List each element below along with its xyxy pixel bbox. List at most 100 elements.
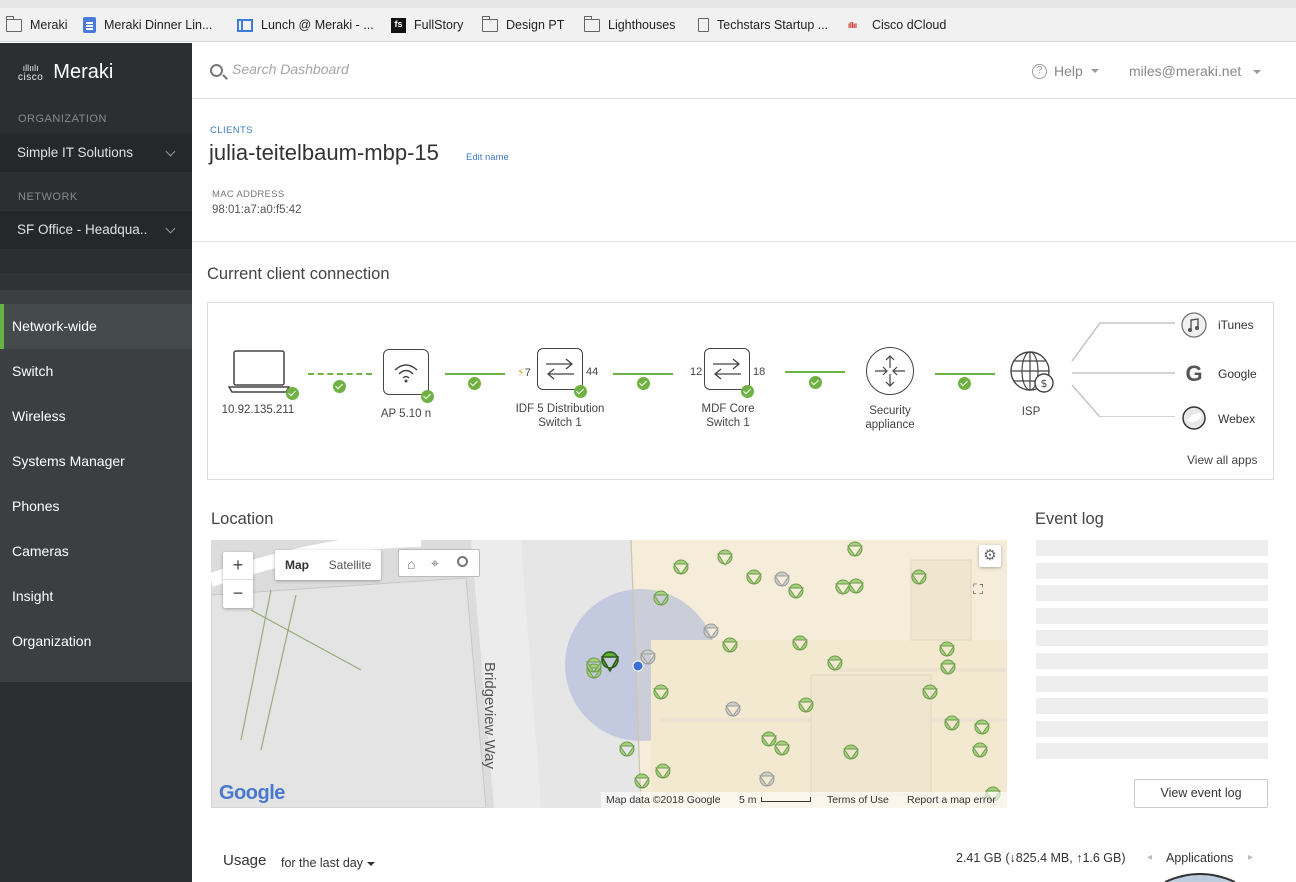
brand[interactable]: ıllıılı cisco Meraki [18, 61, 113, 84]
sidebar-item-systems-manager[interactable]: Systems Manager [0, 439, 192, 484]
webex-icon[interactable] [1181, 405, 1207, 431]
switch-icon [713, 358, 741, 380]
bookmark-design-pt[interactable]: Design PT [481, 15, 565, 34]
bookmark-fullstory[interactable]: fs FullStory [391, 16, 463, 34]
switch-device[interactable] [704, 348, 750, 390]
help-menu[interactable]: ? Help [1032, 63, 1099, 79]
bookmark-lunch[interactable]: Lunch @ Meraki - ... [237, 16, 374, 34]
switch-device[interactable] [537, 348, 583, 390]
bookmark-label: Design PT [506, 18, 565, 32]
bookmark-cisco-dcloud[interactable]: ıllıı Cisco dCloud [848, 16, 946, 34]
sidebar-item-phones[interactable]: Phones [0, 484, 192, 529]
map-pin-icon[interactable] [640, 649, 656, 665]
itunes-icon[interactable] [1181, 312, 1207, 338]
map-pin-icon[interactable] [761, 731, 777, 747]
security-appliance-device[interactable] [866, 347, 914, 395]
map-pin-icon[interactable] [798, 697, 814, 713]
map-pin-icon[interactable] [653, 684, 669, 700]
zoom-out-button[interactable]: − [223, 580, 253, 608]
usage-tab-applications[interactable]: Applications [1166, 851, 1233, 865]
map-pin-icon[interactable] [725, 701, 741, 717]
bookmark-techstars[interactable]: Techstars Startup ... [698, 16, 828, 34]
sidebar-item-organization[interactable]: Organization [0, 619, 192, 664]
map-pin-icon[interactable] [703, 623, 719, 639]
map-pin-icon[interactable] [848, 578, 864, 594]
edit-name-link[interactable]: Edit name [466, 152, 509, 163]
network-select[interactable]: SF Office - Headqua.. [0, 211, 192, 249]
laptop-icon[interactable] [228, 349, 292, 395]
map-pin-icon[interactable] [944, 715, 960, 731]
map-pin-icon[interactable] [788, 583, 804, 599]
map-pin-icon[interactable] [619, 741, 635, 757]
gear-icon[interactable]: ⚙ [979, 545, 1001, 567]
sidebar-item-cameras[interactable]: Cameras [0, 529, 192, 574]
sidebar-item-wireless[interactable]: Wireless [0, 394, 192, 439]
map-pin-icon[interactable] [673, 559, 689, 575]
user-email: miles@meraki.net [1129, 63, 1242, 79]
map-pin-icon[interactable] [759, 771, 775, 787]
location-map[interactable]: + − Map Satellite ⌂ ⌖ ⚙ ⛶ Bridgeview Way… [211, 540, 1007, 808]
fullscreen-icon[interactable]: ⛶ [965, 577, 991, 603]
terms-link[interactable]: Terms of Use [827, 794, 889, 806]
user-menu[interactable]: miles@meraki.net [1129, 63, 1262, 79]
bookmark-meraki[interactable]: Meraki [5, 15, 68, 34]
view-all-apps-link[interactable]: View all apps [1187, 453, 1258, 467]
bookmark-lighthouses[interactable]: Lighthouses [583, 15, 675, 34]
crosshair-icon[interactable]: ⌖ [431, 555, 439, 572]
view-event-log-button[interactable]: View event log [1134, 779, 1268, 808]
map-pin-icon[interactable] [792, 635, 808, 651]
map-pin-icon[interactable] [774, 571, 790, 587]
zoom-in-button[interactable]: + [223, 552, 253, 580]
chevron-left-icon[interactable]: ◂ [1147, 852, 1152, 863]
search-icon[interactable] [210, 64, 223, 77]
app-google[interactable]: Google [1218, 367, 1257, 381]
access-point-device[interactable] [383, 349, 429, 395]
wifi-icon [394, 364, 418, 383]
map-pin-icon[interactable] [911, 569, 927, 585]
map-pin-icon[interactable] [634, 773, 650, 789]
breadcrumb[interactable]: CLIENTS [210, 125, 253, 136]
usage-total: 2.41 GB (↓825.4 MB, ↑1.6 GB) [956, 851, 1126, 865]
map-pin-icon[interactable] [974, 719, 990, 735]
home-icon[interactable]: ⌂ [407, 556, 415, 572]
globe-icon[interactable]: $ [1008, 349, 1058, 395]
sidebar-item-switch[interactable]: Switch [0, 349, 192, 394]
map-pin-icon[interactable] [847, 541, 863, 557]
google-icon[interactable]: G [1181, 360, 1207, 386]
map-pin-icon[interactable] [939, 641, 955, 657]
map-pin-icon[interactable] [835, 579, 851, 595]
map-markers[interactable] [211, 540, 1007, 808]
app-itunes[interactable]: iTunes [1218, 318, 1254, 332]
help-label: Help [1054, 63, 1083, 79]
bookmark-meraki-dinner[interactable]: Meraki Dinner Lin... [83, 16, 212, 34]
map-pin-icon[interactable] [940, 659, 956, 675]
svg-text:$: $ [1041, 377, 1048, 390]
organization-select[interactable]: Simple IT Solutions [0, 134, 192, 172]
map-pin-icon[interactable] [922, 684, 938, 700]
map-pin-icon[interactable] [827, 655, 843, 671]
usage-range-select[interactable]: for the last day [281, 856, 375, 870]
client-location-pin-icon[interactable] [600, 651, 620, 673]
map-pin-icon[interactable] [843, 744, 859, 760]
sidebar-item-insight[interactable]: Insight [0, 574, 192, 619]
map-type-satellite[interactable]: Satellite [319, 550, 381, 580]
sidebar-item-network-wide[interactable]: Network-wide [0, 304, 192, 349]
chevron-right-icon[interactable]: ▸ [1248, 852, 1253, 863]
map-pin-icon[interactable] [655, 763, 671, 779]
map-pin-icon[interactable] [746, 569, 762, 585]
status-ok-icon [574, 385, 587, 398]
connection-title: Current client connection [207, 265, 390, 283]
map-type-map[interactable]: Map [275, 550, 319, 580]
app-webex[interactable]: Webex [1218, 412, 1255, 426]
map-pin-icon[interactable] [653, 590, 669, 606]
search-icon[interactable] [457, 556, 468, 567]
map-pin-icon[interactable] [774, 740, 790, 756]
search-input[interactable] [232, 61, 532, 77]
map-pin-icon[interactable] [972, 742, 988, 758]
connection-panel: 10.92.135.211 AP 5.10 n ⚡7 44 IDF 5 Dist… [207, 302, 1274, 480]
status-ok-icon [468, 377, 481, 390]
map-pin-icon[interactable] [722, 637, 738, 653]
status-ok-icon [286, 387, 299, 400]
report-error-link[interactable]: Report a map error [907, 794, 996, 806]
ap-location-icon[interactable] [632, 660, 644, 672]
